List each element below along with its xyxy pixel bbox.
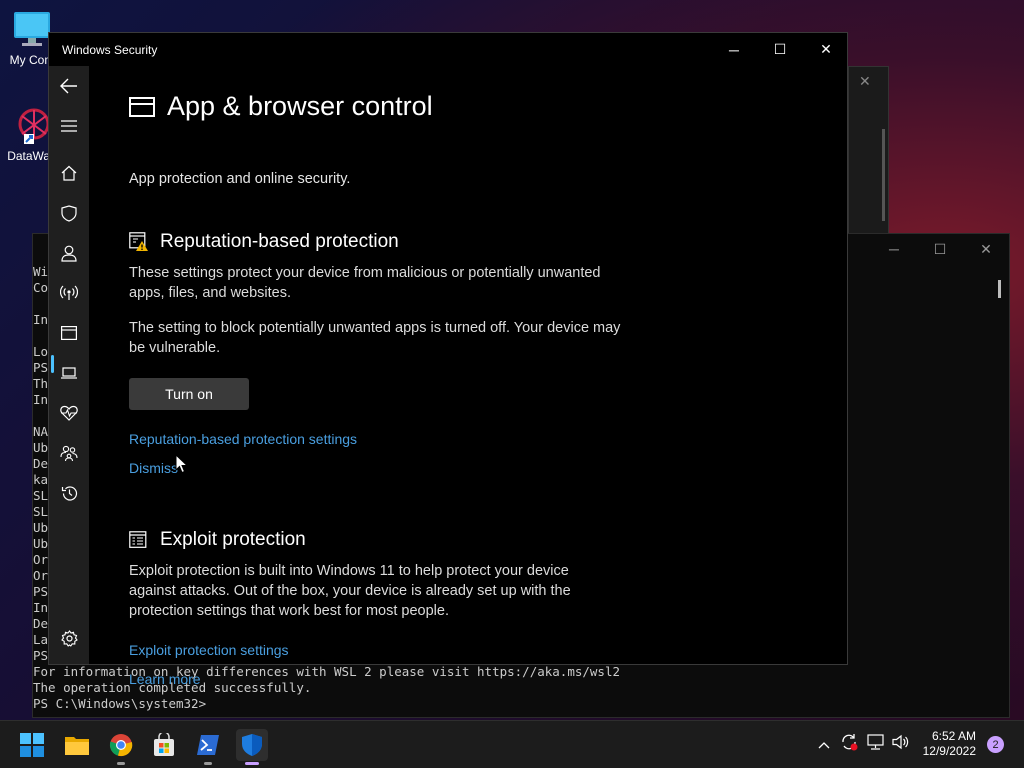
- reputation-settings-link[interactable]: Reputation-based protection settings: [129, 431, 357, 447]
- page-title-text: App & browser control: [167, 91, 433, 121]
- reputation-warning-icon: [129, 232, 148, 251]
- minimize-button[interactable]: ─: [711, 33, 757, 66]
- browser-window-icon: [61, 326, 77, 340]
- family-icon: [60, 445, 78, 461]
- section-heading-text: Exploit protection: [160, 529, 306, 550]
- history-icon: [61, 485, 77, 501]
- notification-badge[interactable]: 2: [987, 736, 1004, 753]
- close-icon[interactable]: ✕: [859, 73, 871, 90]
- sidebar: [49, 66, 89, 664]
- sidebar-item-virus-protection[interactable]: [49, 197, 89, 229]
- maximize-icon[interactable]: ☐: [917, 241, 963, 258]
- minimize-icon[interactable]: ─: [871, 241, 917, 257]
- network-icon[interactable]: [862, 734, 888, 755]
- clock[interactable]: 6:52 AM 12/9/2022: [923, 729, 976, 759]
- sidebar-item-family-options[interactable]: [49, 437, 89, 469]
- taskbar-app-microsoft-store[interactable]: [148, 729, 180, 761]
- clock-time: 6:52 AM: [931, 729, 976, 743]
- taskbar-app-powershell[interactable]: [192, 729, 224, 765]
- windows-logo-icon: [20, 733, 44, 757]
- maximize-button[interactable]: ☐: [757, 33, 803, 66]
- scrollbar[interactable]: [998, 280, 1001, 298]
- back-button[interactable]: [49, 70, 89, 102]
- background-window[interactable]: ✕: [848, 66, 889, 234]
- system-tray: [812, 721, 914, 768]
- console-line: The operation completed successfully.: [33, 680, 312, 695]
- back-arrow-icon: [60, 78, 77, 94]
- reputation-warning-text: The setting to block potentially unwante…: [129, 320, 621, 356]
- hamburger-icon: [61, 120, 77, 132]
- browser-window-icon: [129, 96, 155, 117]
- console-line: For information on key differences with …: [33, 664, 620, 679]
- exploit-settings-link[interactable]: Exploit protection settings: [129, 642, 289, 658]
- dismiss-link[interactable]: Dismiss: [129, 460, 178, 476]
- store-icon: [154, 733, 174, 756]
- reputation-description: These settings protect your device from …: [129, 265, 601, 301]
- close-icon[interactable]: ✕: [963, 241, 1009, 258]
- taskbar-app-chrome[interactable]: [105, 729, 137, 765]
- start-button[interactable]: [16, 729, 48, 761]
- mouse-cursor-icon: [175, 454, 189, 474]
- window-title: Windows Security: [62, 43, 158, 57]
- folder-icon: [65, 737, 89, 755]
- sidebar-item-account-protection[interactable]: [49, 237, 89, 269]
- chrome-icon: [109, 734, 133, 757]
- shield-icon: [61, 204, 77, 222]
- console-line: PS C:\Windows\system32>: [33, 696, 207, 711]
- powershell-titlebar: ─ ☐ ✕: [829, 234, 1009, 264]
- menu-button[interactable]: [49, 110, 89, 142]
- security-shield-icon: [242, 734, 262, 756]
- sidebar-item-device-security[interactable]: [49, 357, 89, 389]
- scrollbar[interactable]: [882, 129, 885, 221]
- turn-on-button[interactable]: Turn on: [129, 378, 249, 410]
- taskbar: 6:52 AM 12/9/2022 2: [0, 720, 1024, 768]
- sync-icon[interactable]: [836, 733, 862, 756]
- clock-date: 12/9/2022: [922, 744, 976, 758]
- sidebar-item-settings[interactable]: [49, 622, 89, 654]
- section-heading-exploit: Exploit protection: [129, 529, 306, 551]
- home-icon: [61, 165, 77, 181]
- sidebar-item-firewall[interactable]: [49, 277, 89, 309]
- chevron-up-icon[interactable]: [812, 736, 836, 754]
- person-icon: [61, 245, 77, 262]
- antenna-icon: [60, 285, 78, 300]
- taskbar-app-windows-security[interactable]: [236, 729, 268, 765]
- laptop-icon: [61, 367, 77, 379]
- sidebar-item-protection-history[interactable]: [49, 477, 89, 509]
- exploit-protection-icon: [129, 531, 147, 548]
- section-heading-reputation: Reputation-based protection: [129, 231, 399, 253]
- volume-icon[interactable]: [888, 734, 914, 755]
- sidebar-item-device-performance[interactable]: [49, 397, 89, 429]
- sidebar-item-home[interactable]: [49, 157, 89, 189]
- section-heading-text: Reputation-based protection: [160, 231, 399, 252]
- exploit-description: Exploit protection is built into Windows…: [129, 563, 571, 619]
- sidebar-item-app-browser-control[interactable]: [49, 317, 89, 349]
- learn-more-link[interactable]: Learn more: [129, 671, 201, 687]
- windows-security-window: Windows Security ─ ☐ ✕ App & browser con…: [48, 32, 848, 687]
- titlebar: Windows Security ─ ☐ ✕: [49, 33, 847, 66]
- close-button[interactable]: ✕: [803, 33, 849, 66]
- gear-icon: [60, 629, 78, 647]
- taskbar-app-file-explorer[interactable]: [61, 729, 93, 761]
- page-title: App & browser control: [129, 91, 433, 122]
- active-app-indicator: [245, 762, 259, 765]
- running-indicator: [204, 762, 212, 765]
- running-indicator: [117, 762, 125, 765]
- powershell-icon: [197, 735, 219, 755]
- heart-pulse-icon: [60, 405, 78, 421]
- page-subtitle: App protection and online security.: [129, 171, 351, 187]
